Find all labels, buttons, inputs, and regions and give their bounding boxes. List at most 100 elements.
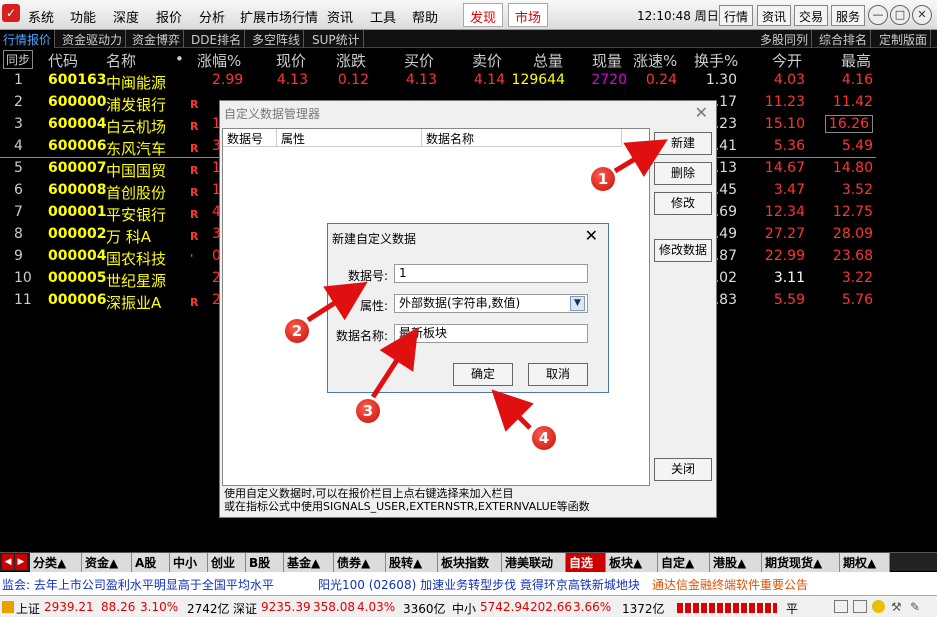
col-open[interactable]: 今开: [772, 50, 802, 71]
col-price[interactable]: 现价: [276, 50, 306, 71]
cell-r: R: [190, 208, 199, 221]
bottom-tab[interactable]: 板块▲: [606, 553, 658, 572]
menu-quote[interactable]: 报价: [156, 7, 182, 26]
tab-dde-rank[interactable]: DDE排名: [188, 30, 246, 48]
scroll-left-icon[interactable]: ◀: [2, 554, 14, 570]
ticker-item-1[interactable]: 监会: 去年上市公司盈利水平明显高于全国平均水平: [2, 576, 274, 593]
wrench-icon[interactable]: ✎: [910, 600, 920, 614]
delete-button[interactable]: 删除: [654, 162, 712, 185]
maximize-icon[interactable]: □: [890, 5, 910, 25]
bottom-tab[interactable]: 港股▲: [710, 553, 762, 572]
col-high[interactable]: 最高: [841, 50, 871, 71]
new-button[interactable]: 新建: [654, 132, 712, 155]
scroll-right-icon[interactable]: ▶: [15, 554, 27, 570]
ticker-item-2[interactable]: 阳光100 (02608) 加速业务转型步伐 竟得环京高铁新城地块: [318, 576, 640, 593]
list-col-id[interactable]: 数据号: [223, 129, 277, 147]
tab-capital-game[interactable]: 资金博弈: [129, 30, 185, 48]
menu-extended-market[interactable]: 扩展市场行情: [240, 7, 318, 26]
col-speed[interactable]: 涨速%: [633, 50, 677, 71]
bottom-tab[interactable]: 资金▲: [82, 553, 132, 572]
cancel-button[interactable]: 取消: [528, 363, 588, 386]
chevron-down-icon[interactable]: ▼: [570, 296, 585, 311]
alert-icon[interactable]: [872, 600, 885, 613]
sz-label[interactable]: 深证: [233, 600, 257, 617]
cell-r: ': [190, 252, 194, 265]
menu-discover[interactable]: 发现: [463, 3, 504, 27]
menu-function[interactable]: 功能: [70, 7, 96, 26]
view-tab-bar: 行情报价 资金驱动力 资金博弈 DDE排名 多空阵线 SUP统计 多股同列 综合…: [0, 30, 937, 48]
window-icon[interactable]: [834, 600, 848, 613]
close-button[interactable]: 关闭: [654, 458, 712, 481]
col-name[interactable]: 名称: [106, 50, 136, 71]
bottom-tab[interactable]: B股: [246, 553, 284, 572]
bottom-tab[interactable]: 期货现货▲: [762, 553, 840, 572]
cell-now: 2720: [591, 72, 627, 88]
col-code[interactable]: 代码: [48, 50, 78, 71]
bottom-tab[interactable]: 中小: [170, 553, 208, 572]
layout-icon[interactable]: [853, 600, 867, 613]
attribute-select-value: 外部数据(字符串,数值): [399, 296, 521, 310]
close-icon[interactable]: ✕: [695, 103, 708, 122]
modify-button[interactable]: 修改: [654, 192, 712, 215]
tools-icon[interactable]: ⚒: [891, 600, 902, 614]
col-volume[interactable]: 总量: [533, 50, 563, 71]
attribute-select[interactable]: 外部数据(字符串,数值) ▼: [394, 294, 588, 313]
bottom-tab[interactable]: 分类▲: [30, 553, 82, 572]
col-turnover[interactable]: 换手%: [694, 50, 738, 71]
tab-sup-stats[interactable]: SUP统计: [309, 30, 364, 48]
zx-value: 5742.94: [480, 600, 530, 614]
sync-button[interactable]: 同步: [3, 50, 34, 69]
bottom-tab[interactable]: A股: [132, 553, 170, 572]
callout-1: 1: [589, 165, 617, 193]
zx-label[interactable]: 中小: [452, 600, 476, 617]
sh-amount: 2742亿: [187, 602, 230, 616]
table-row[interactable]: 1 600163 中闽能源 2.99 4.13 0.12 4.13 4.14 129644 272…: [0, 70, 937, 92]
list-col-name[interactable]: 数据名称: [422, 129, 622, 147]
bottom-tab[interactable]: 港美联动: [502, 553, 566, 572]
menu-tools[interactable]: 工具: [370, 7, 396, 26]
modify-data-button[interactable]: 修改数据: [654, 239, 712, 262]
tab-quotes[interactable]: 行情报价: [0, 30, 56, 48]
tab-capital-drive[interactable]: 资金驱动力: [59, 30, 127, 48]
col-ask[interactable]: 卖价: [472, 50, 502, 71]
menu-help[interactable]: 帮助: [412, 7, 438, 26]
close-icon[interactable]: ✕: [585, 226, 598, 245]
close-icon[interactable]: ✕: [912, 5, 932, 25]
menu-market[interactable]: 市场: [508, 3, 549, 27]
col-current-vol[interactable]: 现量: [592, 50, 622, 71]
tab-long-short[interactable]: 多空阵线: [249, 30, 305, 48]
bottom-tab[interactable]: 自定▲: [658, 553, 710, 572]
bottom-tab[interactable]: 股转▲: [386, 553, 438, 572]
cell-high: 14.80: [832, 160, 873, 176]
bottom-tab[interactable]: 期权▲: [840, 553, 890, 572]
quote-button[interactable]: 行情: [719, 5, 754, 26]
tab-custom-layout[interactable]: 定制版面: [876, 30, 932, 48]
news-button[interactable]: 资讯: [757, 5, 792, 26]
col-bid[interactable]: 买价: [404, 50, 434, 71]
col-change[interactable]: 涨跌: [336, 50, 366, 71]
tab-multi-stock[interactable]: 多股同列: [757, 30, 813, 48]
bottom-tab[interactable]: 债券▲: [334, 553, 386, 572]
menu-depth[interactable]: 深度: [113, 7, 139, 26]
tab-composite-rank[interactable]: 综合排名: [816, 30, 872, 48]
menu-news[interactable]: 资讯: [327, 7, 353, 26]
ok-button[interactable]: 确定: [453, 363, 513, 386]
list-col-attr[interactable]: 属性: [277, 129, 422, 147]
bottom-tab[interactable]: 创业: [208, 553, 246, 572]
ticker-item-3[interactable]: 通达信金融终端软件重要公告: [652, 576, 808, 593]
menu-analysis[interactable]: 分析: [199, 7, 225, 26]
data-id-input[interactable]: 1: [394, 264, 588, 283]
service-button[interactable]: 服务: [831, 5, 866, 26]
menu-system[interactable]: 系统: [28, 7, 54, 26]
data-name-input[interactable]: 最新板块: [394, 324, 588, 343]
minimize-icon[interactable]: —: [868, 5, 888, 25]
bottom-tab[interactable]: 自选: [566, 553, 606, 572]
trade-button[interactable]: 交易: [794, 5, 829, 26]
bottom-tab[interactable]: 板块指数: [438, 553, 502, 572]
col-change-pct[interactable]: 涨幅%: [197, 50, 241, 71]
cell-r: R: [190, 186, 199, 199]
cell-code: 600004: [48, 116, 107, 132]
bottom-tab[interactable]: 基金▲: [284, 553, 334, 572]
cell-open: 3.47: [773, 182, 805, 198]
sh-label[interactable]: 上证: [16, 600, 40, 617]
